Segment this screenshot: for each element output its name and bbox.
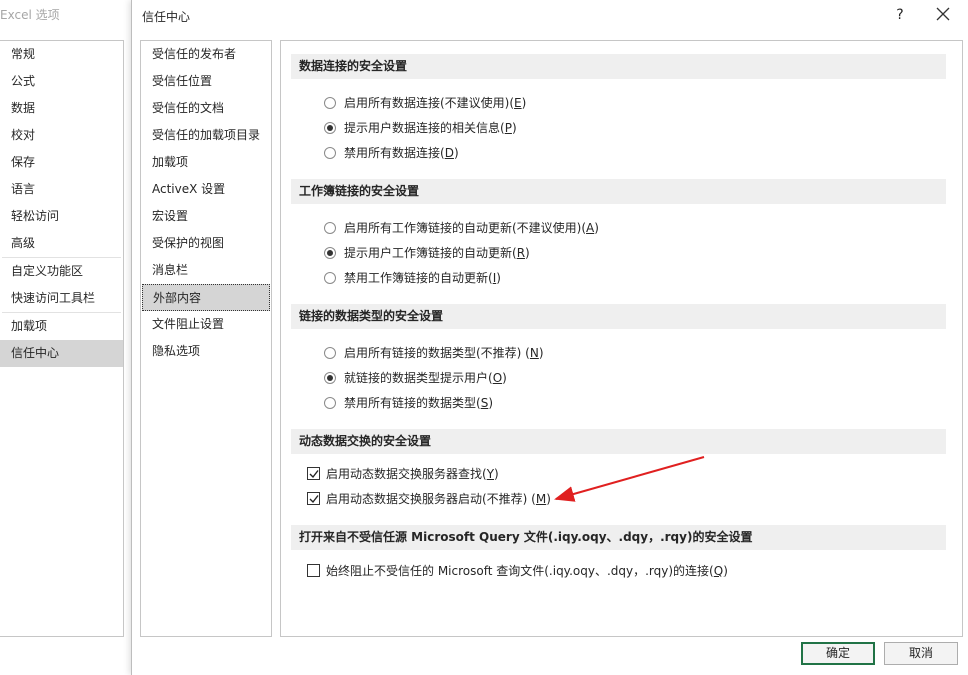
- bg-nav-item-accessibility[interactable]: 轻松访问: [0, 203, 123, 230]
- bg-nav-item-advanced[interactable]: 高级: [0, 230, 123, 257]
- checkbox[interactable]: [307, 564, 320, 577]
- trust-center-nav: 受信任的发布者 受信任位置 受信任的文档 受信任的加载项目录 加载项 Activ…: [140, 40, 272, 637]
- radio-option-disable-linked-data-types[interactable]: 禁用所有链接的数据类型(S): [324, 393, 493, 413]
- nav-item-trusted-addin-catalogs[interactable]: 受信任的加载项目录: [141, 122, 271, 149]
- option-label: 启用动态数据交换服务器查找(Y): [326, 467, 499, 481]
- checkbox-option-block-msquery[interactable]: 始终阻止不受信任的 Microsoft 查询文件(.iqy.oqy、.dqy，.…: [307, 561, 728, 581]
- nav-item-trusted-documents[interactable]: 受信任的文档: [141, 95, 271, 122]
- radio-button[interactable]: [324, 147, 336, 159]
- nav-item-message-bar[interactable]: 消息栏: [141, 257, 271, 284]
- option-label: 始终阻止不受信任的 Microsoft 查询文件(.iqy.oqy、.dqy，.…: [326, 564, 728, 578]
- option-label: 启用所有工作簿链接的自动更新(不建议使用)(A): [344, 221, 599, 235]
- radio-option-enable-workbook-links[interactable]: 启用所有工作簿链接的自动更新(不建议使用)(A): [324, 218, 599, 238]
- bg-nav-item-proofing[interactable]: 校对: [0, 122, 123, 149]
- radio-option-disable-data-connections[interactable]: 禁用所有数据连接(D): [324, 143, 459, 163]
- section-header-data-connections: 数据连接的安全设置: [291, 54, 946, 79]
- option-label: 启用所有数据连接(不建议使用)(E): [344, 96, 527, 110]
- close-button[interactable]: [928, 4, 958, 26]
- option-label: 启用所有链接的数据类型(不推荐) (N): [344, 346, 544, 360]
- radio-button[interactable]: [324, 347, 336, 359]
- radio-option-prompt-workbook-links[interactable]: 提示用户工作簿链接的自动更新(R): [324, 243, 530, 263]
- radio-button[interactable]: [324, 122, 336, 134]
- option-label: 禁用所有链接的数据类型(S): [344, 396, 493, 410]
- option-label: 启用动态数据交换服务器启动(不推荐) (M): [326, 492, 551, 506]
- checkbox[interactable]: [307, 467, 320, 480]
- radio-button[interactable]: [324, 222, 336, 234]
- radio-button[interactable]: [324, 272, 336, 284]
- option-label: 提示用户工作簿链接的自动更新(R): [344, 246, 530, 260]
- trust-center-dialog: 信任中心 ? 受信任的发布者 受信任位置 受信任的文档 受信任的加载项目录 加载…: [131, 0, 968, 675]
- nav-item-macro-settings[interactable]: 宏设置: [141, 203, 271, 230]
- radio-option-enable-all-data-connections[interactable]: 启用所有数据连接(不建议使用)(E): [324, 93, 527, 113]
- nav-item-trusted-locations[interactable]: 受信任位置: [141, 68, 271, 95]
- cancel-button[interactable]: 取消: [884, 642, 958, 665]
- nav-item-privacy-options[interactable]: 隐私选项: [141, 338, 271, 365]
- help-button[interactable]: ?: [888, 4, 912, 26]
- radio-option-prompt-linked-data-types[interactable]: 就链接的数据类型提示用户(O): [324, 368, 507, 388]
- excel-options-nav: 常规 公式 数据 校对 保存 语言 轻松访问 高级 自定义功能区 快速访问工具栏…: [0, 40, 124, 637]
- bg-nav-item-customize-ribbon[interactable]: 自定义功能区: [0, 258, 123, 285]
- checkmark-icon: [309, 495, 319, 504]
- nav-item-external-content[interactable]: 外部内容: [142, 284, 270, 311]
- nav-item-protected-view[interactable]: 受保护的视图: [141, 230, 271, 257]
- radio-option-enable-linked-data-types[interactable]: 启用所有链接的数据类型(不推荐) (N): [324, 343, 544, 363]
- radio-button[interactable]: [324, 97, 336, 109]
- checkbox-option-dde-server-lookup[interactable]: 启用动态数据交换服务器查找(Y): [307, 464, 499, 484]
- bg-nav-item-language[interactable]: 语言: [0, 176, 123, 203]
- checkmark-icon: [309, 470, 319, 479]
- nav-item-activex-settings[interactable]: ActiveX 设置: [141, 176, 271, 203]
- nav-item-trusted-publishers[interactable]: 受信任的发布者: [141, 41, 271, 68]
- close-icon: [936, 7, 950, 21]
- bg-nav-item-save[interactable]: 保存: [0, 149, 123, 176]
- nav-item-file-block-settings[interactable]: 文件阻止设置: [141, 311, 271, 338]
- bg-nav-item-trust-center[interactable]: 信任中心: [0, 340, 123, 367]
- radio-option-disable-workbook-links[interactable]: 禁用工作簿链接的自动更新(I): [324, 268, 501, 288]
- external-content-panel: 数据连接的安全设置 启用所有数据连接(不建议使用)(E) 提示用户数据连接的相关…: [280, 40, 963, 637]
- section-header-linked-data-types: 链接的数据类型的安全设置: [291, 304, 946, 329]
- radio-button[interactable]: [324, 372, 336, 384]
- checkbox-option-dde-server-launch[interactable]: 启用动态数据交换服务器启动(不推荐) (M): [307, 489, 551, 509]
- excel-options-title: Excel 选项: [0, 8, 60, 22]
- option-label: 禁用工作簿链接的自动更新(I): [344, 271, 501, 285]
- section-header-dde: 动态数据交换的安全设置: [291, 429, 946, 454]
- section-header-msquery: 打开来自不受信任源 Microsoft Query 文件(.iqy.oqy、.d…: [291, 525, 946, 550]
- option-label: 就链接的数据类型提示用户(O): [344, 371, 507, 385]
- bg-nav-item-addins[interactable]: 加载项: [0, 313, 123, 340]
- bg-nav-item-general[interactable]: 常规: [0, 41, 123, 68]
- option-label: 提示用户数据连接的相关信息(P): [344, 121, 517, 135]
- checkbox[interactable]: [307, 492, 320, 505]
- radio-button[interactable]: [324, 247, 336, 259]
- radio-button[interactable]: [324, 397, 336, 409]
- bg-nav-item-formulas[interactable]: 公式: [0, 68, 123, 95]
- section-header-workbook-links: 工作簿链接的安全设置: [291, 179, 946, 204]
- bg-nav-item-data[interactable]: 数据: [0, 95, 123, 122]
- bg-nav-item-quick-access-toolbar[interactable]: 快速访问工具栏: [0, 285, 123, 312]
- nav-item-addins[interactable]: 加载项: [141, 149, 271, 176]
- ok-button[interactable]: 确定: [801, 642, 875, 665]
- radio-option-prompt-data-connections[interactable]: 提示用户数据连接的相关信息(P): [324, 118, 517, 138]
- option-label: 禁用所有数据连接(D): [344, 146, 459, 160]
- dialog-title: 信任中心: [142, 10, 191, 24]
